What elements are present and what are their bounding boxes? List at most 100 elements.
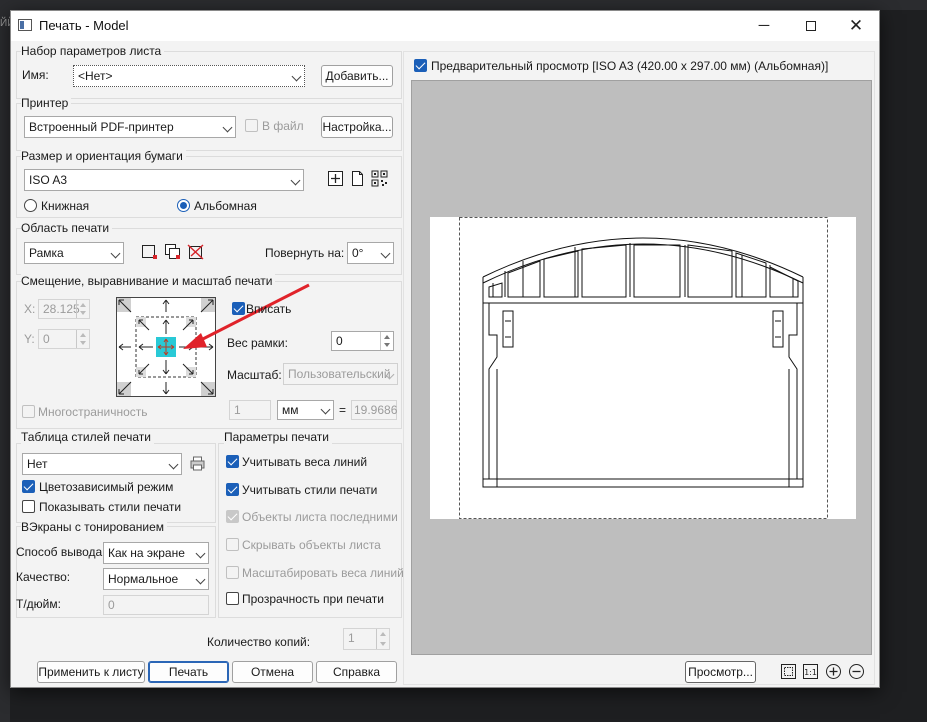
paperspace-last-checkbox[interactable]	[226, 510, 239, 523]
scale-unit-value: мм	[282, 403, 299, 417]
equals-sign: =	[339, 403, 347, 417]
maximize-button[interactable]	[788, 11, 834, 41]
print-area-combo[interactable]: Рамка	[24, 242, 124, 264]
paperspace-last-label: Объекты листа последними	[242, 510, 398, 524]
plot-styles-checkbox[interactable]	[226, 483, 239, 496]
x-spinner[interactable]	[76, 300, 89, 318]
app-icon	[18, 19, 32, 31]
y-offset-input[interactable]: 0	[38, 329, 90, 349]
preview-area	[411, 80, 872, 655]
paper-title: Размер и ориентация бумаги	[21, 149, 186, 163]
name-combo[interactable]: <Нет>	[73, 65, 305, 87]
style-table-value: Нет	[27, 457, 48, 471]
delete-window-icon[interactable]	[187, 243, 204, 260]
printer-combo[interactable]: Встроенный PDF-принтер	[24, 116, 236, 138]
printer-value: Встроенный PDF-принтер	[29, 120, 174, 134]
frame-weight-spinner[interactable]	[380, 332, 393, 350]
preview-title: Предварительный просмотр [ISO A3 (420.00…	[431, 59, 829, 73]
scale-combo[interactable]: Пользовательский	[283, 363, 398, 385]
y-spinner[interactable]	[76, 330, 89, 348]
color-dependent-label: Цветозависимый режим	[39, 480, 174, 494]
lineweights-checkbox[interactable]	[226, 455, 239, 468]
fit-label: Вписать	[246, 302, 292, 316]
help-button[interactable]: Справка	[316, 661, 397, 683]
print-options-title: Параметры печати	[224, 430, 332, 444]
background-top-strip	[0, 0, 927, 10]
landscape-radio[interactable]	[177, 199, 190, 212]
qr-code-icon[interactable]	[371, 170, 388, 187]
print-button[interactable]: Печать	[148, 661, 229, 683]
color-dependent-checkbox[interactable]	[22, 480, 35, 493]
name-label: Имя:	[22, 68, 49, 82]
multi-window-icon[interactable]	[164, 243, 181, 260]
background-left-strip	[0, 0, 10, 722]
shade-mode-label: Способ вывода:	[16, 545, 106, 559]
transparency-label: Прозрачность при печати	[242, 592, 384, 606]
chevron-down-icon	[168, 459, 179, 470]
copies-spinner[interactable]	[376, 629, 389, 649]
hide-objects-label: Скрывать объекты листа	[242, 538, 381, 552]
transparency-checkbox[interactable]	[226, 592, 239, 605]
scale-lineweights-checkbox[interactable]	[226, 566, 239, 579]
printer-edit-icon[interactable]	[189, 455, 206, 472]
shaded-title: ВЭкраны с тонированием	[21, 520, 168, 534]
rotate-combo[interactable]: 0°	[347, 242, 394, 264]
apply-to-layout-button[interactable]: Применить к листу	[37, 661, 145, 683]
zoom-extents-icon[interactable]: 1:1	[802, 663, 819, 680]
lineweights-label: Учитывать веса линий	[242, 455, 368, 469]
window-select-icon[interactable]	[141, 243, 158, 260]
frame-weight-input[interactable]: 0	[331, 331, 394, 351]
copies-input[interactable]: 1	[343, 628, 390, 650]
style-table-combo[interactable]: Нет	[22, 453, 182, 475]
print-area-title: Область печати	[21, 221, 113, 235]
preview-checkbox[interactable]	[414, 59, 427, 72]
title-bar: Печать - Model ─ ✕	[11, 11, 879, 41]
dpi-input[interactable]: 0	[103, 595, 209, 615]
minimize-button[interactable]: ─	[741, 11, 787, 41]
zoom-window-icon[interactable]	[780, 663, 797, 680]
scale-unit-combo[interactable]: мм	[277, 400, 334, 420]
to-file-checkbox[interactable]	[245, 119, 258, 132]
chevron-down-icon	[290, 175, 301, 186]
page-icon[interactable]	[349, 170, 366, 187]
chevron-down-icon	[110, 248, 121, 259]
quality-combo[interactable]: Нормальное	[103, 568, 209, 590]
plot-styles-label: Учитывать стили печати	[242, 483, 378, 497]
show-styles-label: Показывать стили печати	[39, 500, 182, 514]
scale-right-input[interactable]: 19.9686	[351, 400, 397, 420]
show-styles-checkbox[interactable]	[22, 500, 35, 513]
multipage-label: Многостраничность	[38, 405, 148, 419]
quality-label: Качество:	[16, 570, 71, 584]
scale-lineweights-label: Масштабировать веса линий	[242, 566, 404, 580]
portrait-radio[interactable]	[24, 199, 37, 212]
preview-button[interactable]: Просмотр...	[685, 661, 756, 683]
drawing-preview	[459, 217, 828, 519]
add-button[interactable]: Добавить...	[321, 65, 393, 87]
shade-mode-combo[interactable]: Как на экране	[103, 542, 209, 564]
chevron-down-icon	[380, 248, 391, 259]
paper-sheet	[430, 217, 856, 519]
fit-checkbox[interactable]	[232, 302, 245, 315]
zoom-out-icon[interactable]	[848, 663, 865, 680]
close-button[interactable]: ✕	[833, 11, 879, 41]
y-label: Y:	[24, 332, 35, 346]
printer-settings-button[interactable]: Настройка...	[321, 116, 393, 138]
shade-mode-value: Как на экране	[108, 546, 185, 560]
hide-objects-checkbox[interactable]	[226, 538, 239, 551]
x-offset-input[interactable]: 28.125	[38, 299, 90, 319]
print-dialog: Печать - Model ─ ✕ Набор параметров лист…	[10, 10, 880, 688]
scale-left-input[interactable]: 1	[229, 400, 271, 420]
paper-size-value: ISO A3	[29, 173, 68, 187]
dpi-value: 0	[108, 598, 115, 612]
paper-size-combo[interactable]: ISO A3	[24, 169, 304, 191]
rotate-value: 0°	[352, 246, 364, 260]
page-setup-title: Набор параметров листа	[21, 44, 165, 58]
x-offset-value: 28.125	[43, 302, 80, 316]
add-paper-icon[interactable]	[327, 170, 344, 187]
landscape-label: Альбомная	[194, 199, 257, 213]
frame-weight-value: 0	[336, 334, 343, 348]
zoom-in-icon[interactable]	[825, 663, 842, 680]
chevron-down-icon	[195, 574, 206, 585]
cancel-button[interactable]: Отмена	[232, 661, 313, 683]
multipage-checkbox[interactable]	[22, 405, 35, 418]
